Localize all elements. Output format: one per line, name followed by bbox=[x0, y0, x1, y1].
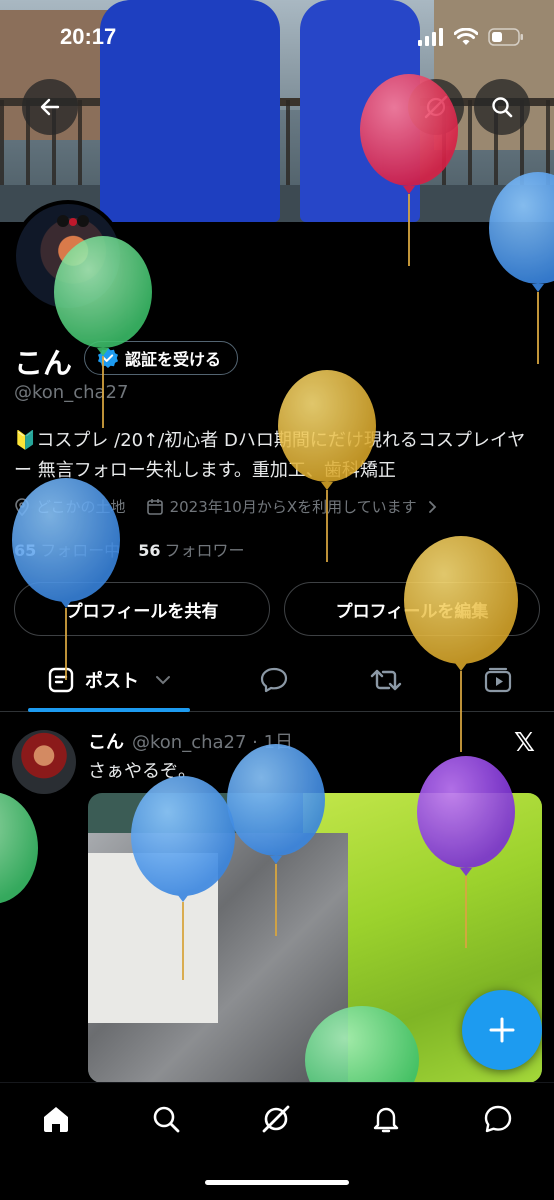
status-icons bbox=[418, 28, 524, 46]
share-profile-button[interactable]: プロフィールを共有 bbox=[14, 582, 270, 636]
following-label: フォロー中 bbox=[40, 541, 121, 560]
arrow-left-icon bbox=[40, 98, 60, 116]
balloon-green-left bbox=[0, 792, 38, 904]
profile-name: こん bbox=[14, 346, 73, 380]
profile-location: どこかの土地 bbox=[36, 498, 126, 516]
home-icon bbox=[44, 1107, 68, 1132]
search-icon bbox=[153, 1106, 180, 1133]
wifi-icon bbox=[454, 28, 478, 45]
get-verified-button[interactable]: 認証を受ける bbox=[84, 341, 239, 375]
nav-home[interactable] bbox=[36, 1099, 76, 1139]
x-logo-icon: 𝕏 bbox=[514, 728, 535, 758]
battery-icon bbox=[488, 28, 523, 46]
followers-label: フォロワー bbox=[164, 541, 245, 560]
active-tab-indicator bbox=[28, 708, 190, 712]
calendar-icon bbox=[146, 498, 163, 515]
reply-bubble-icon bbox=[260, 667, 288, 693]
tab-reposts[interactable] bbox=[366, 650, 406, 710]
nav-notifications[interactable] bbox=[366, 1099, 406, 1139]
profile-avatar[interactable] bbox=[12, 200, 124, 312]
verified-badge-icon bbox=[98, 348, 118, 368]
nav-grok[interactable] bbox=[256, 1099, 296, 1139]
grok-icon bbox=[262, 1105, 290, 1133]
follow-stats: 65 フォロー中 56 フォロワー bbox=[14, 537, 245, 561]
balloon-yellow-right bbox=[404, 536, 518, 752]
following-count: 65 bbox=[14, 541, 37, 560]
followers-count: 56 bbox=[138, 541, 161, 560]
grok-button[interactable] bbox=[408, 79, 464, 135]
image-white-fabric bbox=[88, 853, 218, 1023]
chevron-down-icon bbox=[156, 676, 170, 685]
followers-link[interactable]: 56 フォロワー bbox=[138, 537, 244, 561]
profile-tabs: ポスト bbox=[0, 650, 554, 712]
chevron-right-icon[interactable] bbox=[427, 500, 439, 514]
profile-bio: 🔰コスプレ /20↑/初心者 Dハロ期間にだけ現れるコスプレイヤー 無言フォロー… bbox=[14, 430, 526, 481]
back-button[interactable] bbox=[22, 79, 78, 135]
nav-search[interactable] bbox=[146, 1099, 186, 1139]
tab-replies[interactable] bbox=[254, 650, 294, 710]
tab-posts-label: ポスト bbox=[85, 671, 139, 692]
post-meta: @kon_cha27 · 1日 bbox=[132, 732, 294, 753]
search-button[interactable] bbox=[474, 79, 530, 135]
post-text: さぁやるぞ。 bbox=[88, 761, 196, 782]
get-verified-label: 認証を受ける bbox=[125, 350, 222, 369]
location-pin-icon bbox=[15, 497, 29, 516]
nav-messages[interactable] bbox=[478, 1099, 518, 1139]
compose-post-button[interactable] bbox=[462, 990, 542, 1070]
edit-profile-button[interactable]: プロフィールを編集 bbox=[284, 582, 540, 636]
posts-icon bbox=[48, 667, 74, 693]
repost-icon bbox=[370, 669, 402, 691]
post-header: こん @kon_cha27 · 1日 bbox=[88, 728, 293, 754]
mouse-ears-icon bbox=[57, 215, 89, 227]
following-link[interactable]: 65 フォロー中 bbox=[14, 537, 120, 561]
post-author-name[interactable]: こん bbox=[88, 732, 124, 753]
status-bar: 20:17 bbox=[0, 18, 554, 58]
status-time: 20:17 bbox=[60, 24, 117, 49]
chat-bubble-icon bbox=[484, 1105, 512, 1133]
post-author-avatar[interactable] bbox=[12, 730, 76, 794]
profile-joined: 2023年10月からXを利用しています bbox=[169, 498, 417, 516]
media-icon bbox=[484, 667, 512, 693]
profile-meta: どこかの土地 2023年10月からXを利用しています bbox=[14, 496, 439, 517]
plus-icon bbox=[489, 1017, 515, 1043]
tab-posts[interactable]: ポスト bbox=[28, 650, 190, 710]
bell-icon bbox=[373, 1107, 399, 1133]
profile-handle: @kon_cha27 bbox=[14, 382, 129, 403]
search-icon bbox=[492, 97, 513, 118]
cellular-signal-icon bbox=[418, 28, 443, 46]
grok-icon bbox=[424, 95, 448, 119]
tab-media[interactable] bbox=[478, 650, 518, 710]
home-indicator bbox=[205, 1180, 349, 1185]
